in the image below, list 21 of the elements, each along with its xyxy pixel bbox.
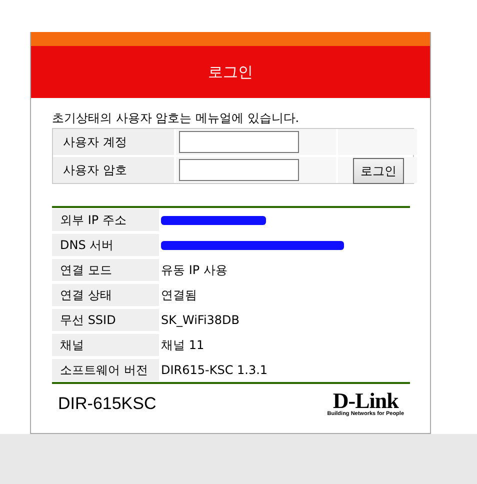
input-field[interactable] bbox=[179, 159, 299, 181]
info-label: 무선 SSID bbox=[60, 312, 116, 329]
input-field[interactable] bbox=[179, 131, 299, 153]
info-value: 채널 11 bbox=[161, 337, 204, 354]
login-button[interactable]: 로그인 bbox=[353, 158, 404, 184]
info-label: 외부 IP 주소 bbox=[60, 212, 126, 229]
field-label: 사용자 암호 bbox=[63, 162, 127, 179]
info-label: 연결 모드 bbox=[60, 262, 112, 279]
info-value: 유동 IP 사용 bbox=[161, 262, 228, 279]
info-value: SK_WiFi38DB bbox=[161, 312, 240, 329]
info-label: 소프트웨어 버전 bbox=[60, 362, 148, 379]
info-label: DNS 서버 bbox=[60, 237, 114, 254]
info-value: DIR615-KSC 1.3.1 bbox=[161, 362, 268, 379]
info-label: 연결 상태 bbox=[60, 287, 112, 304]
info-value: 연결됨 bbox=[161, 287, 197, 304]
info-label: 채널 bbox=[60, 337, 84, 354]
login-hint: 초기상태의 사용자 암호는 메뉴얼에 있습니다. bbox=[52, 111, 300, 126]
logo-wordmark: D-Link bbox=[332, 390, 398, 412]
field-label: 사용자 계정 bbox=[63, 134, 127, 151]
model-name: DIR-615KSC bbox=[58, 393, 156, 415]
page-title: 로그인 bbox=[208, 62, 253, 83]
